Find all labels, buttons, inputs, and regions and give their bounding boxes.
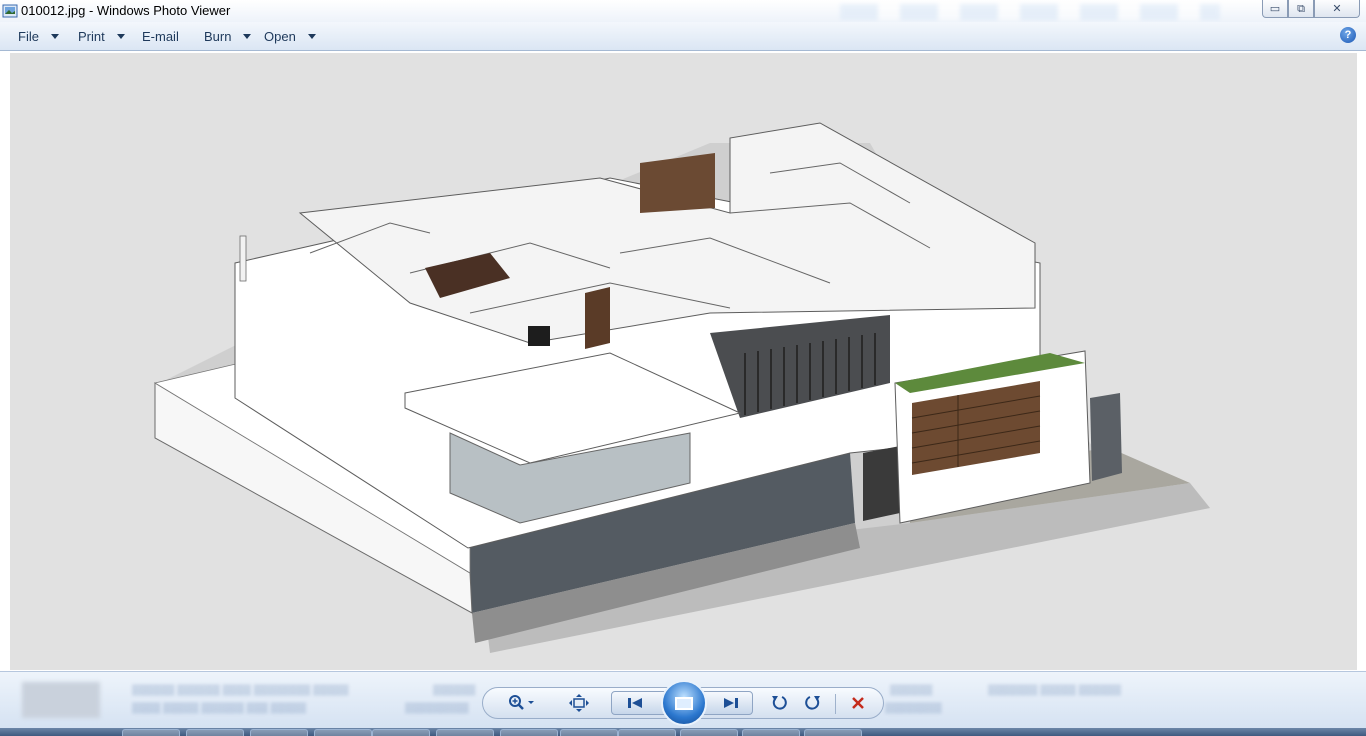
fit-to-window-icon [569,694,589,712]
delete-icon [852,697,864,709]
zoom-button[interactable] [505,692,539,714]
taskbar-button[interactable] [500,729,558,736]
taskbar-button[interactable] [680,729,738,736]
chevron-down-icon [307,34,316,39]
displayed-image [10,53,1357,670]
taskbar-button[interactable] [742,729,800,736]
photo-viewer-app-icon [2,4,18,18]
file-info-type: ▒▒▒▒ ▒▒▒▒▒ ▒▒▒▒▒▒ ▒▒▒ ▒▒▒▒▒ [132,703,307,714]
rotate-clockwise-button[interactable] [801,692,825,714]
delete-button[interactable] [845,692,871,714]
taskbar-button[interactable] [122,729,180,736]
file-info-rating: ▒▒▒▒▒▒ [433,685,476,696]
chevron-down-icon [50,34,59,39]
taskbar [0,728,1366,736]
rotate-counterclockwise-icon [772,696,787,710]
window-title: 010012.jpg - Windows Photo Viewer [21,3,231,18]
next-button[interactable] [718,692,744,714]
file-info-comments: ▒▒▒▒▒▒▒▒ [885,703,942,714]
help-icon: ? [1344,29,1352,41]
image-thumbnail [22,682,100,718]
taskbar-button[interactable] [314,729,372,736]
chevron-down-icon [116,34,125,39]
taskbar-button[interactable] [618,729,676,736]
menu-file[interactable]: File [18,29,59,44]
minimize-icon: ▭ [1269,2,1281,15]
slideshow-icon [675,696,693,710]
previous-button[interactable] [622,692,648,714]
taskbar-button[interactable] [250,729,308,736]
stone-column [1090,393,1122,481]
fit-to-window-button[interactable] [567,692,591,714]
file-info-author: ▒▒▒▒▒▒ [890,685,933,696]
zoom-icon [509,695,534,710]
taskbar-button[interactable] [186,729,244,736]
maximize-button[interactable]: ⧉ [1288,0,1314,18]
menu-file-label: File [18,29,39,44]
aero-glass-reflection [840,4,1220,20]
close-icon: ✕ [1332,2,1342,15]
close-window-button[interactable]: ✕ [1314,0,1360,18]
taskbar-button[interactable] [560,729,618,736]
info-and-controls-bar: ▒▒▒▒▒▒ ▒▒▒▒▒▒ ▒▒▒▒ ▒▒▒▒▒▒▒▒ ▒▒▒▒▒ ▒▒▒▒ ▒… [0,671,1366,729]
help-button[interactable]: ? [1340,27,1356,43]
menu-print[interactable]: Print [78,29,125,44]
wood-panel-upper [640,153,715,213]
menu-email-label: E-mail [142,29,179,44]
title-bar: 010012.jpg - Windows Photo Viewer ▭ ⧉ ✕ [0,0,1366,22]
menu-email[interactable]: E-mail [142,29,179,44]
menu-bar: File Print E-mail Burn Open [0,22,1366,51]
restore-icon: ⧉ [1297,1,1305,15]
side-gate [863,446,900,521]
playback-controls [482,680,884,726]
taskbar-button[interactable] [372,729,430,736]
house-model-illustration [153,122,1210,653]
image-viewport[interactable] [0,51,1366,671]
menu-burn-label: Burn [204,29,232,44]
file-info-dimensions: ▒▒▒▒▒▒▒▒▒ [405,703,469,714]
controls-divider [835,694,836,714]
minimize-button[interactable]: ▭ [1262,0,1288,18]
chevron-down-icon [243,34,252,39]
menu-burn[interactable]: Burn [204,29,252,44]
menu-print-label: Print [78,29,105,44]
slideshow-button[interactable] [661,680,707,726]
file-info-camera: ▒▒▒▒▒▒▒ ▒▒▒▒▒ ▒▒▒▒▒▒ [988,685,1122,696]
menu-open-label: Open [264,29,296,44]
rotate-clockwise-icon [805,696,820,710]
chimney-post [239,235,247,282]
tv-screen [528,326,550,346]
menu-open[interactable]: Open [264,29,316,44]
taskbar-button[interactable] [436,729,494,736]
wood-panel-middle [585,287,610,349]
taskbar-button[interactable] [804,729,862,736]
previous-icon [628,698,642,708]
file-info-name: ▒▒▒▒▒▒ ▒▒▒▒▒▒ ▒▒▒▒ ▒▒▒▒▒▒▒▒ ▒▒▒▒▒ [132,685,349,696]
rotate-counterclockwise-button[interactable] [767,692,791,714]
next-icon [724,698,738,708]
